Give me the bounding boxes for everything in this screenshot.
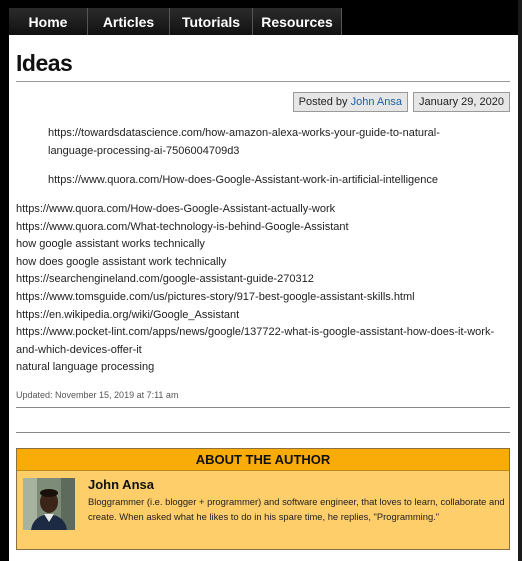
body-line: https://www.tomsguide.com/us/pictures-st… xyxy=(16,290,415,303)
post-meta: Posted by John Ansa January 29, 2020 xyxy=(292,92,510,112)
body-line: https://en.wikipedia.org/wiki/Google_Ass… xyxy=(16,308,240,321)
body-line: https://www.quora.com/What-technology-is… xyxy=(16,220,349,233)
body-line: natural language processing xyxy=(16,361,155,374)
about-author-box: ABOUT THE AUTHOR John Ansa Bloggrammer (… xyxy=(16,448,510,550)
post-body: https://www.quora.com/How-does-Google-As… xyxy=(16,201,510,377)
posted-by-badge: Posted by John Ansa xyxy=(292,92,408,112)
nav-tutorials[interactable]: Tutorials xyxy=(170,8,253,35)
author-photo-icon xyxy=(23,478,75,530)
body-line: https://www.pocket-lint.com/apps/news/go… xyxy=(16,326,495,356)
body-line: https://www.quora.com/How-does-Google-As… xyxy=(16,203,336,215)
content-divider xyxy=(16,407,510,408)
author-bio: Bloggrammer (i.e. blogger + programmer) … xyxy=(88,496,505,522)
nav-home[interactable]: Home xyxy=(9,8,88,35)
body-line: how does google assistant work technical… xyxy=(16,255,227,268)
nav-resources[interactable]: Resources xyxy=(253,8,342,35)
window-top-border xyxy=(0,0,522,8)
posted-by-label: Posted by xyxy=(298,96,348,108)
author-name: John Ansa xyxy=(88,477,154,492)
updated-timestamp: Updated: November 15, 2019 at 7:11 am xyxy=(16,390,179,400)
post-date-badge: January 29, 2020 xyxy=(412,92,510,112)
window-left-border xyxy=(0,0,9,561)
window-right-border xyxy=(518,0,522,561)
quote-line: https://www.quora.com/How-does-Google-As… xyxy=(48,174,439,186)
author-link[interactable]: John Ansa xyxy=(351,96,402,108)
nav-articles[interactable]: Articles xyxy=(88,8,170,35)
title-divider xyxy=(16,81,510,82)
content-divider xyxy=(16,432,510,433)
avatar xyxy=(23,478,75,530)
quote-line: https://towardsdatascience.com/how-amazo… xyxy=(48,127,440,157)
body-line: how google assistant works technically xyxy=(16,238,205,251)
main-nav: Home Articles Tutorials Resources xyxy=(9,8,518,35)
author-box-heading: ABOUT THE AUTHOR xyxy=(17,449,509,471)
page-title: Ideas xyxy=(16,50,73,76)
body-line: https://searchengineland.com/google-assi… xyxy=(16,273,314,286)
